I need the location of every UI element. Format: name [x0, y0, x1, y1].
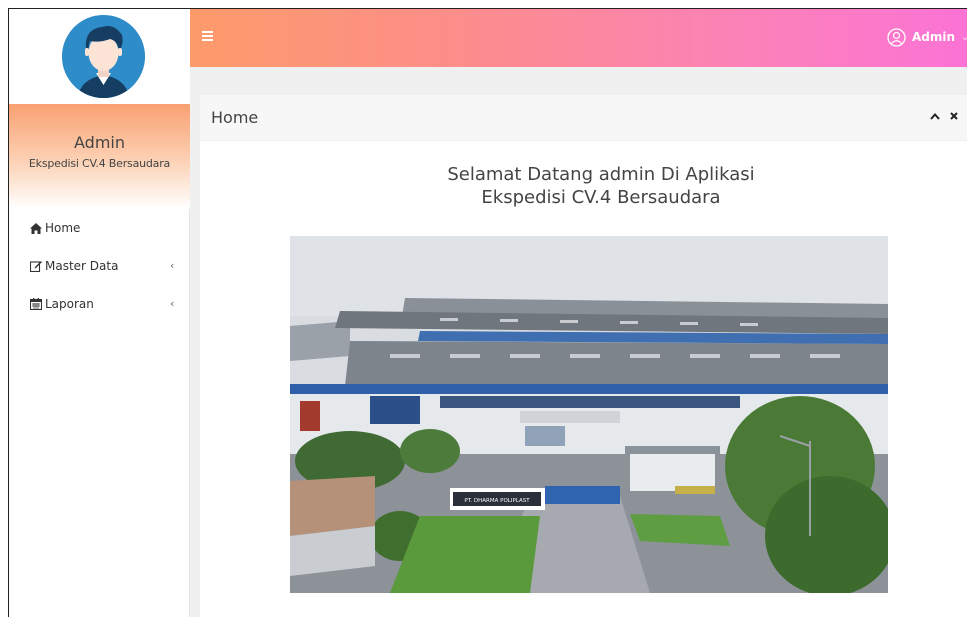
avatar-area [9, 9, 190, 104]
sidebar: Admin Ekspedisi CV.4 Bersaudara Home Mas… [9, 9, 190, 617]
app-frame: Admin Ekspedisi CV.4 Bersaudara Home Mas… [8, 8, 967, 617]
top-navbar: Admin ⌄ [190, 9, 967, 67]
user-avatar-icon [62, 15, 145, 98]
chevron-down-icon: ⌄ [961, 32, 967, 43]
user-circle-icon [887, 27, 906, 47]
sidebar-item-master-data[interactable]: Master Data ‹ [9, 247, 190, 285]
user-menu[interactable]: Admin ⌄ [887, 27, 967, 47]
sidebar-item-laporan[interactable]: Laporan ‹ [9, 285, 190, 323]
profile-name: Admin [74, 133, 125, 152]
profile-company: Ekspedisi CV.4 Bersaudara [28, 157, 171, 170]
company-sign-text: PT. DHARMA POLIPLAST [464, 498, 530, 504]
user-menu-label: Admin [912, 30, 956, 44]
avatar [62, 15, 145, 98]
sidebar-item-home[interactable]: Home [9, 209, 190, 247]
close-icon[interactable] [948, 109, 960, 123]
sidebar-item-label: Laporan [45, 297, 94, 311]
panel-header: Home [200, 95, 967, 141]
calendar-icon [29, 298, 42, 311]
panel-title: Home [211, 108, 259, 127]
panel-tools [929, 109, 967, 123]
profile-section: Admin Ekspedisi CV.4 Bersaudara [9, 104, 190, 209]
home-panel: Home Selamat Datang admin Di Aplikasi Ek… [200, 95, 967, 617]
welcome-line-2: Ekspedisi CV.4 Bersaudara [481, 187, 721, 208]
sidebar-item-label: Home [45, 221, 81, 235]
sidebar-menu: Home Master Data ‹ Laporan ‹ [9, 209, 190, 323]
sidebar-item-label: Master Data [45, 259, 119, 273]
chevron-left-icon: ‹ [170, 297, 175, 310]
edit-icon [29, 260, 42, 273]
chevron-left-icon: ‹ [170, 259, 175, 272]
welcome-message: Selamat Datang admin Di Aplikasi Ekspedi… [200, 163, 967, 209]
collapse-icon[interactable] [929, 109, 941, 123]
welcome-line-1: Selamat Datang admin Di Aplikasi [447, 164, 755, 185]
home-icon [29, 222, 42, 235]
hamburger-icon[interactable] [202, 31, 213, 43]
company-building-photo: PT. DHARMA POLIPLAST [290, 236, 888, 593]
